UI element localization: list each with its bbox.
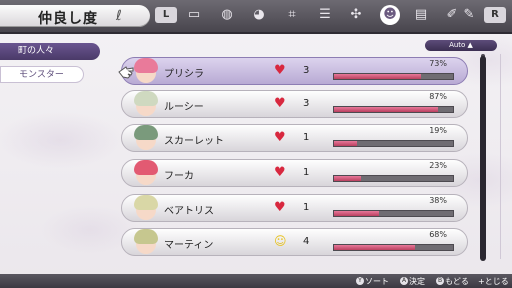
tools-icon[interactable]: ⌗ [283, 6, 301, 24]
heart-icon: ♥ [274, 96, 286, 111]
resident-row[interactable]: マーティン ☺ 4 68% [121, 228, 468, 256]
plus-button-icon: + [478, 277, 485, 286]
friendship-percent: 19% [429, 126, 447, 135]
tab-townspeople[interactable]: 町の人々 [0, 43, 100, 60]
heart-icon: ♥ [274, 200, 286, 215]
a-button-icon: A [400, 277, 408, 285]
heart-icon: ♥ [274, 130, 286, 145]
resident-row[interactable]: プリシラ ♥ 3 73% [121, 57, 468, 85]
resident-name: フーカ [164, 171, 194, 182]
list-icon[interactable]: ☰ [316, 6, 334, 24]
l-button-icon[interactable]: L [155, 7, 177, 23]
friendship-progress-bar [333, 210, 454, 217]
hint-back-label: もどる [445, 277, 469, 286]
wrench-icon[interactable]: ✎ [460, 6, 478, 24]
friendship-icon[interactable]: ☻ [380, 5, 400, 25]
friendship-percent: 38% [429, 196, 447, 205]
friendship-level: 1 [303, 202, 310, 213]
heart-icon: ♥ [274, 165, 286, 180]
hint-confirm-label: 決定 [409, 277, 425, 286]
friendship-progress-fill [334, 176, 362, 181]
smile-icon: ☺ [274, 234, 287, 248]
hint-close[interactable]: +とじる [478, 276, 509, 287]
friendship-percent: 68% [429, 230, 447, 239]
portrait-hair [134, 195, 158, 210]
resident-portrait-icon [132, 90, 160, 118]
friendship-level: 1 [303, 167, 310, 178]
resident-name: ベアトリス [164, 206, 214, 217]
resident-portrait-icon [132, 124, 160, 152]
hint-back[interactable]: B もどる [436, 276, 469, 287]
friendship-progress-fill [334, 211, 380, 216]
friendship-percent: 87% [429, 92, 447, 101]
controller-icon[interactable]: ✣ [347, 6, 365, 24]
heart-icon: ♥ [274, 63, 286, 78]
hint-close-label: とじる [484, 277, 509, 286]
friendship-level: 1 [303, 132, 310, 143]
y-button-icon: Y [356, 277, 364, 285]
friendship-level: 3 [303, 65, 310, 76]
resident-row[interactable]: ベアトリス ♥ 1 38% [121, 194, 468, 222]
resident-portrait-icon [132, 228, 160, 256]
resident-portrait-icon [132, 159, 160, 187]
resident-name: ルーシー [164, 102, 204, 113]
r-button-icon[interactable]: R [484, 7, 506, 23]
sort-mode-badge[interactable]: Auto ▲ [425, 40, 497, 51]
resident-row[interactable]: ルーシー ♥ 3 87% [121, 90, 468, 118]
resident-name: マーティン [164, 240, 214, 251]
seed-bag-icon[interactable]: ◕ [250, 6, 268, 24]
divider [500, 54, 501, 259]
hint-sort[interactable]: Y ソート [356, 276, 389, 287]
portrait-hair [134, 58, 158, 73]
friendship-progress-bar [333, 140, 454, 147]
compass-icon[interactable]: ◍ [218, 6, 236, 24]
feather-icon[interactable]: ✐ [443, 6, 461, 24]
notebook-icon[interactable]: ▤ [412, 6, 430, 24]
tab-monsters[interactable]: モンスター [0, 66, 84, 83]
resident-name: プリシラ [164, 69, 204, 80]
b-button-icon: B [436, 277, 444, 285]
portrait-hair [134, 229, 158, 244]
resident-row[interactable]: フーカ ♥ 1 23% [121, 159, 468, 187]
hint-sort-label: ソート [365, 277, 389, 286]
friendship-progress-bar [333, 106, 454, 113]
page-title: 仲良し度 [38, 11, 98, 27]
friendship-percent: 73% [429, 59, 447, 68]
scrollbar-thumb[interactable] [480, 56, 486, 261]
resident-portrait-icon [132, 194, 160, 222]
friendship-progress-bar [333, 73, 454, 80]
hint-confirm[interactable]: A 決定 [400, 276, 425, 287]
friendship-percent: 23% [429, 161, 447, 170]
portrait-hair [134, 91, 158, 106]
friendship-progress-fill [334, 141, 357, 146]
resident-row[interactable]: スカーレット ♥ 1 19% [121, 124, 468, 152]
friendship-progress-fill [334, 107, 438, 112]
book-icon[interactable]: ▭ [185, 6, 203, 24]
friendship-level: 3 [303, 98, 310, 109]
top-menu-bar: 仲良し度 ℓ L ▭ ◍ ◕ ⌗ ☰ ✣ ☻ ▤ ✐ ✎ R [0, 0, 512, 34]
hand-cursor-icon [118, 66, 134, 79]
portrait-hair [134, 125, 158, 140]
friendship-progress-fill [334, 245, 415, 250]
friendship-progress-bar [333, 244, 454, 251]
friendship-level: 4 [303, 236, 310, 247]
portrait-hair [134, 160, 158, 175]
resident-name: スカーレット [164, 136, 224, 147]
friendship-progress-bar [333, 175, 454, 182]
title-box: 仲良し度 ℓ [0, 5, 150, 27]
swirl-ornament-icon: ℓ [116, 8, 122, 24]
friendship-progress-fill [334, 74, 421, 79]
bottom-hint-bar: Y ソート A 決定 B もどる +とじる [0, 274, 512, 288]
